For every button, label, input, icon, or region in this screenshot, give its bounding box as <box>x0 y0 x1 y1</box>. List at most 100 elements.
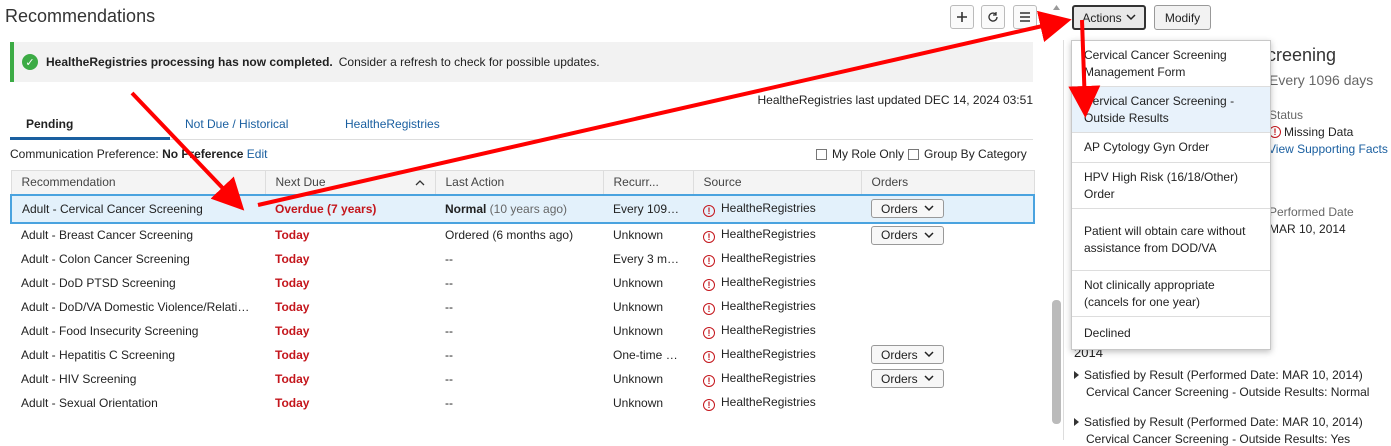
chevron-down-icon <box>924 375 934 382</box>
tab-not-due-historical[interactable]: Not Due / Historical <box>185 117 288 131</box>
next-due-cell: Today <box>275 395 310 410</box>
recommendation-cell: Adult - Hepatitis C Screening <box>21 347 176 362</box>
refresh-button[interactable] <box>981 5 1005 29</box>
source-text: HealtheRegistries <box>721 394 816 409</box>
orders-button[interactable]: Orders <box>871 369 944 388</box>
alert-icon: ! <box>703 254 715 267</box>
menu-item-hpv-order[interactable]: HPV High Risk (16/18/Other) Order <box>1072 163 1270 209</box>
modify-button[interactable]: Modify <box>1154 5 1211 30</box>
satisfied-item-2-sub: Cervical Cancer Screening - Outside Resu… <box>1086 432 1351 446</box>
menu-item-management-form[interactable]: Cervical Cancer Screening Management For… <box>1072 41 1270 87</box>
table-row[interactable]: Adult - Cervical Cancer Screening Overdue… <box>10 193 1035 224</box>
recurrence-cell: Unknown <box>613 275 664 290</box>
expand-triangle-icon[interactable] <box>1074 418 1079 426</box>
side-status-label: Status <box>1269 108 1304 122</box>
satisfied-item-2[interactable]: Satisfied by Result (Performed Date: MAR… <box>1074 415 1363 429</box>
scroll-up-icon[interactable] <box>1052 3 1061 11</box>
table-row[interactable]: Adult - Sexual Orientation Today -- Unknown… <box>11 391 1034 415</box>
last-action-text: Ordered (6 months ago) <box>445 228 574 242</box>
orders-button[interactable]: Orders <box>871 199 944 218</box>
table-row[interactable]: Adult - Breast Cancer Screening Today Orde… <box>11 223 1034 247</box>
orders-button-label: Orders <box>881 228 918 242</box>
actions-button[interactable]: Actions <box>1072 5 1146 30</box>
orders-button-label: Orders <box>881 347 918 362</box>
tab-healtheregistries[interactable]: HealtheRegistries <box>345 117 440 131</box>
col-header-next-due[interactable]: Next Due <box>265 170 436 195</box>
expand-triangle-icon[interactable] <box>1074 371 1079 379</box>
source-text: HealtheRegistries <box>721 227 816 241</box>
side-performed-value: MAR 10, 2014 <box>1269 222 1346 236</box>
table-row[interactable]: Adult - HIV Screening Today -- Unknown! Heal… <box>11 367 1034 391</box>
table-row[interactable]: Adult - Food Insecurity Screening Today --… <box>11 319 1034 343</box>
next-due-cell: Today <box>275 371 310 386</box>
menu-item-not-appropriate[interactable]: Not clinically appropriate (cancels for … <box>1072 271 1270 317</box>
last-action-cell: Ordered (6 months ago) <box>435 223 603 247</box>
last-action-text: -- <box>445 323 453 338</box>
next-due-cell: Today <box>275 323 310 338</box>
table-row[interactable]: Adult - DoD PTSD Screening Today -- Unknown… <box>11 271 1034 295</box>
menu-item-ap-cytology[interactable]: AP Cytology Gyn Order <box>1072 133 1270 163</box>
last-action-text: -- <box>445 371 453 386</box>
satisfied-item-1[interactable]: Satisfied by Result (Performed Date: MAR… <box>1074 368 1363 382</box>
menu-item-outside-results[interactable]: Cervical Cancer Screening - Outside Resu… <box>1072 87 1270 133</box>
scrollbar-thumb[interactable] <box>1052 300 1061 424</box>
col-header-last-action[interactable]: Last Action <box>435 170 604 195</box>
last-action-text: -- <box>445 275 453 290</box>
source-cell: ! HealtheRegistries <box>693 271 861 295</box>
panel-divider <box>1063 40 1064 440</box>
recurrence-cell: Unknown <box>613 395 664 410</box>
orders-button[interactable]: Orders <box>871 225 944 245</box>
orders-button-label: Orders <box>881 371 918 386</box>
orders-cell: Orders <box>861 343 1034 367</box>
hamburger-icon <box>1020 12 1030 22</box>
satisfied-item-2-text: Satisfied by Result (Performed Date: MAR… <box>1084 415 1363 429</box>
col-header-source[interactable]: Source <box>693 170 862 195</box>
last-action-text: -- <box>445 299 453 314</box>
source-cell: ! HealtheRegistries <box>693 367 861 391</box>
next-due-cell: Today <box>275 299 310 314</box>
my-role-only-label: My Role Only <box>832 147 905 161</box>
actions-menu: Cervical Cancer Screening Management For… <box>1071 40 1271 350</box>
next-due-cell: Today <box>275 228 310 242</box>
next-due-cell: Today <box>275 275 310 290</box>
recurrence-cell: Unknown <box>613 228 664 242</box>
menu-button[interactable] <box>1013 5 1037 29</box>
table-row[interactable]: Adult - Colon Cancer Screening Today -- Eve… <box>11 247 1034 271</box>
last-action-text: -- <box>445 395 453 410</box>
col-header-next-due-label: Next Due <box>275 175 326 190</box>
col-header-recommendation[interactable]: Recommendation <box>10 170 266 195</box>
checkbox-box[interactable] <box>816 148 827 160</box>
col-header-orders[interactable]: Orders <box>861 170 1035 195</box>
comm-pref-edit-link[interactable]: Edit <box>247 147 268 161</box>
plus-icon <box>957 12 967 22</box>
view-supporting-facts-link[interactable]: View Supporting Facts <box>1268 142 1388 156</box>
group-by-category-checkbox[interactable]: Group By Category <box>908 147 1027 161</box>
add-button[interactable] <box>950 5 974 29</box>
source-cell: ! HealtheRegistries <box>693 223 861 247</box>
last-action-bold: Normal <box>445 201 487 216</box>
recommendation-cell: Adult - DoD PTSD Screening <box>21 275 176 290</box>
side-title: creening <box>1267 45 1337 65</box>
orders-button[interactable]: Orders <box>871 345 944 364</box>
source-cell: ! HealtheRegistries <box>693 391 861 415</box>
table-row[interactable]: Adult - DoD/VA Domestic Violence/Relatio… <box>11 295 1034 319</box>
last-action-cell: -- <box>435 319 603 343</box>
checkbox-box[interactable] <box>908 148 919 160</box>
table-row[interactable]: Adult - Hepatitis C Screening Today -- One-… <box>11 343 1034 367</box>
recommendations-table: Recommendation Next Due Last Action Recu… <box>10 170 1035 415</box>
tab-pending[interactable]: Pending <box>26 117 73 131</box>
recommendation-cell: Adult - Colon Cancer Screening <box>21 251 190 266</box>
chevron-down-icon <box>924 351 934 358</box>
source-text: HealtheRegistries <box>721 322 816 337</box>
recommendation-cell: Adult - Breast Cancer Screening <box>21 228 194 242</box>
my-role-only-checkbox[interactable]: My Role Only <box>816 147 904 161</box>
orders-cell: Orders <box>861 223 1034 247</box>
col-header-recurrence[interactable]: Recurr... <box>603 170 694 195</box>
source-text: HealtheRegistries <box>721 298 816 313</box>
orders-cell <box>861 271 1034 295</box>
scrollbar[interactable] <box>1052 0 1061 440</box>
alert-icon: ! <box>703 278 715 291</box>
menu-item-declined[interactable]: Declined <box>1072 317 1270 349</box>
source-text: HealtheRegistries <box>721 250 816 265</box>
menu-item-obtain-care[interactable]: Patient will obtain care without assista… <box>1072 209 1270 271</box>
